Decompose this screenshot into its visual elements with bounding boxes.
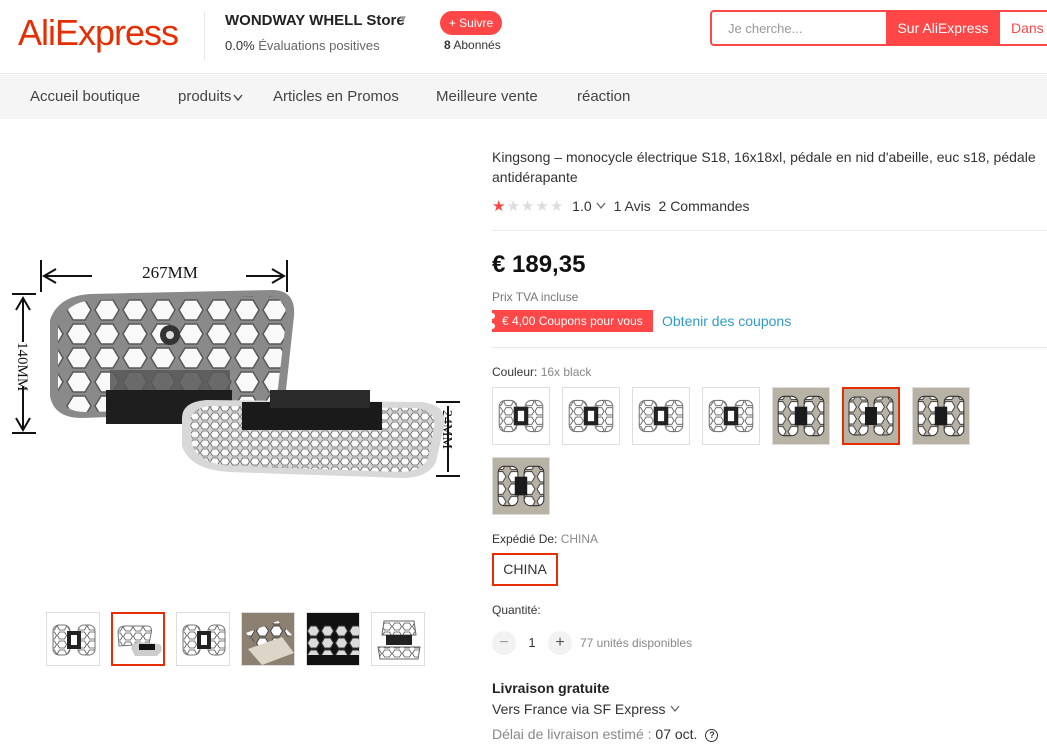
- store-rating-label: Évaluations positives: [258, 38, 380, 53]
- nav-item-feedback[interactable]: réaction: [577, 88, 630, 105]
- color-label-text: Couleur:: [492, 365, 538, 379]
- ship-from-option[interactable]: CHINA: [492, 553, 558, 586]
- dim-height-label: 140MM: [14, 342, 30, 391]
- coupon-badge[interactable]: € 4,00 Coupons pour vous: [489, 310, 653, 332]
- ship-from-value: CHINA: [560, 532, 599, 546]
- thumbnail-1[interactable]: [46, 612, 100, 666]
- available-units: 77 unités disponibles: [580, 636, 693, 650]
- get-coupons-link[interactable]: Obtenir des coupons: [662, 313, 791, 329]
- search-input[interactable]: [712, 12, 886, 44]
- thumbnail-4[interactable]: [241, 612, 295, 666]
- color-swatch-3[interactable]: [632, 387, 690, 445]
- star-icon: ★: [549, 198, 565, 215]
- color-swatch-6-selected[interactable]: [842, 387, 900, 445]
- chevron-down-icon: [670, 705, 680, 713]
- quantity-increment-button[interactable]: +: [548, 631, 572, 655]
- color-swatch-5[interactable]: [772, 387, 830, 445]
- color-swatch-2[interactable]: [562, 387, 620, 445]
- followers-label: Abonnés: [453, 38, 501, 52]
- followers-count: 8 Abonnés: [444, 38, 501, 52]
- rating-row: ★★★★★ 1.0 1 Avis 2 Commandes: [492, 197, 750, 215]
- divider: [492, 230, 1047, 231]
- delivery-label: Délai de livraison estimé :: [492, 726, 652, 742]
- star-icon: ★: [492, 198, 507, 215]
- nav-item-products-label: produits: [178, 88, 232, 105]
- delivery-date: 07 oct.: [655, 726, 698, 742]
- color-swatch-1[interactable]: [492, 387, 550, 445]
- header-divider: [204, 12, 205, 60]
- thumbnail-3[interactable]: [176, 612, 230, 666]
- rating-value[interactable]: 1.0: [572, 198, 591, 214]
- nav-item-promos[interactable]: Articles en Promos: [273, 88, 399, 105]
- search-store-button[interactable]: Dans c: [1000, 12, 1047, 44]
- search-box: Sur AliExpress Dans c: [710, 10, 1047, 46]
- quantity-decrement-button[interactable]: −: [492, 631, 516, 655]
- quantity-value[interactable]: 1: [522, 635, 542, 650]
- search-aliexpress-button[interactable]: Sur AliExpress: [886, 12, 1000, 44]
- color-swatch-7[interactable]: [912, 387, 970, 445]
- orders-count: 2 Commandes: [658, 198, 750, 214]
- ship-from-label: Expédié De: CHINA: [492, 532, 598, 546]
- color-value: 16x black: [540, 365, 592, 379]
- top-header: AliExpress WONDWAY WHELL Store ▼ 0.0% Év…: [0, 0, 1047, 74]
- dim-width-label: 267MM: [142, 263, 198, 282]
- ship-from-label-text: Expédié De:: [492, 532, 558, 546]
- follow-button[interactable]: + Suivre: [440, 11, 502, 35]
- star-icon: ★: [506, 198, 521, 215]
- star-rating[interactable]: ★★★★★: [492, 197, 564, 215]
- main-product-image[interactable]: 267MM 140MM 24MM: [10, 250, 462, 500]
- thumbnail-6[interactable]: [371, 612, 425, 666]
- thumbnail-2[interactable]: [111, 612, 165, 666]
- store-rating: 0.0% Évaluations positives: [225, 38, 380, 53]
- divider: [492, 347, 1047, 348]
- color-label: Couleur: 16x black: [492, 365, 591, 379]
- star-icon: ★: [535, 198, 550, 215]
- shipping-method-text: Vers France via SF Express: [492, 701, 666, 717]
- quantity-label: Quantité:: [492, 603, 541, 617]
- free-shipping-label: Livraison gratuite: [492, 680, 610, 696]
- store-nav: Accueil boutique produits Articles en Pr…: [0, 75, 1047, 119]
- store-rating-value: 0.0%: [225, 38, 255, 53]
- delivery-estimate: Délai de livraison estimé : 07 oct.?: [492, 726, 719, 742]
- vat-note: Prix TVA incluse: [492, 290, 579, 304]
- store-name[interactable]: WONDWAY WHELL Store: [225, 12, 405, 29]
- reviews-link[interactable]: 1 Avis: [614, 198, 651, 214]
- followers-number: 8: [444, 38, 451, 52]
- nav-item-bestsellers[interactable]: Meilleure vente: [436, 88, 538, 105]
- aliexpress-logo[interactable]: AliExpress: [18, 12, 179, 54]
- help-icon[interactable]: ?: [705, 729, 719, 742]
- nav-item-products[interactable]: produits: [178, 88, 243, 105]
- shipping-method[interactable]: Vers France via SF Express: [492, 701, 680, 717]
- product-price: € 189,35: [492, 251, 586, 278]
- color-swatch-8[interactable]: [492, 457, 550, 515]
- thumbnail-5[interactable]: [306, 612, 360, 666]
- chevron-down-icon[interactable]: [596, 202, 606, 210]
- product-title: Kingsong – monocycle électrique S18, 16x…: [492, 149, 1036, 185]
- chevron-down-icon: [233, 94, 243, 102]
- nav-item-home[interactable]: Accueil boutique: [30, 88, 140, 105]
- star-icon: ★: [520, 198, 536, 215]
- chevron-down-icon[interactable]: ▼: [398, 14, 408, 25]
- color-swatch-4[interactable]: [702, 387, 760, 445]
